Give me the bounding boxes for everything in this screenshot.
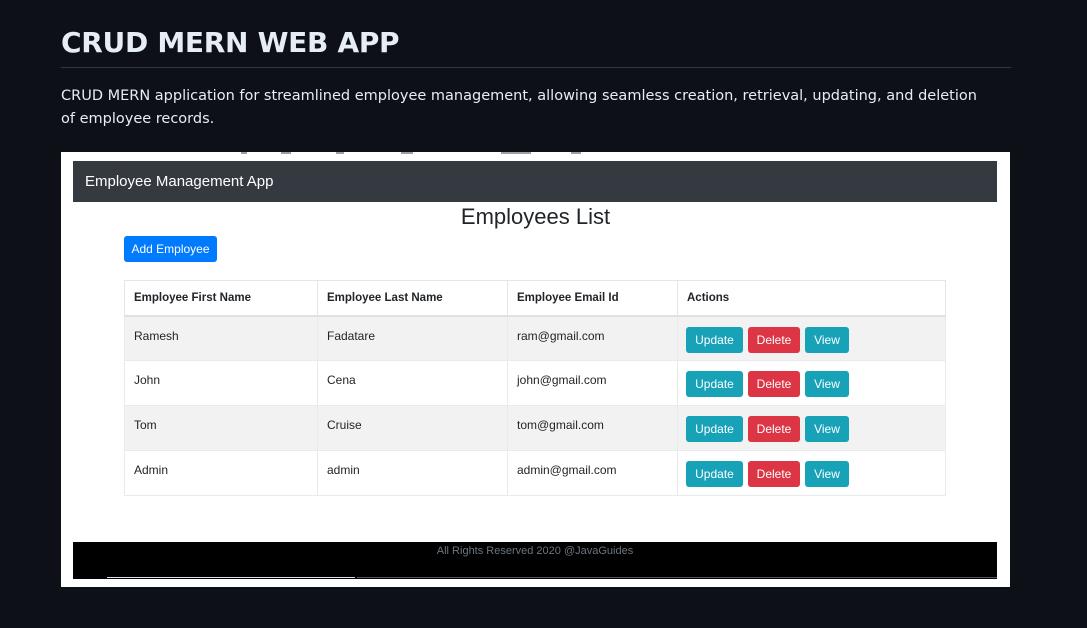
table-row: John Cena john@gmail.com Update Delete Vie… [124, 360, 946, 406]
footer: All Rights Reserved 2020 @JavaGuides [73, 542, 997, 579]
readme: CRUD MERN WEB APP CRUD MERN application … [61, 0, 1011, 131]
cell-actions: Update Delete View [677, 360, 946, 406]
app-screenshot: Employee Management App Employees List A… [61, 152, 1010, 587]
footer-divider [357, 577, 997, 578]
cell-actions: Update Delete View [677, 405, 946, 451]
update-button[interactable]: Update [686, 416, 743, 442]
cell-first-name: John [124, 360, 318, 406]
navbar-brand[interactable]: Employee Management App [85, 173, 273, 190]
delete-button[interactable]: Delete [748, 461, 800, 487]
column-header-email: Employee Email Id [507, 280, 678, 317]
cell-email: john@gmail.com [507, 360, 678, 406]
view-button[interactable]: View [805, 461, 849, 487]
cell-last-name: Cena [317, 360, 508, 406]
cell-last-name: admin [317, 450, 508, 496]
cell-first-name: Tom [124, 405, 318, 451]
cell-email: tom@gmail.com [507, 405, 678, 451]
cell-first-name: Admin [124, 450, 318, 496]
delete-button[interactable]: Delete [748, 371, 800, 397]
column-header-last-name: Employee Last Name [317, 280, 508, 317]
employees-table: Employee First Name Employee Last Name E… [124, 280, 946, 496]
column-header-actions: Actions [677, 280, 946, 317]
column-header-first-name: Employee First Name [124, 280, 318, 317]
cell-last-name: Fadatare [317, 315, 508, 361]
cell-actions: Update Delete View [677, 315, 946, 361]
employees-list-title: Employees List [460, 204, 611, 229]
footer-divider [107, 577, 355, 578]
view-button[interactable]: View [805, 371, 849, 397]
table-header-row: Employee First Name Employee Last Name E… [124, 280, 946, 317]
view-button[interactable]: View [805, 326, 849, 353]
cell-email: ram@gmail.com [507, 315, 678, 361]
add-employee-button[interactable]: Add Employee [124, 236, 217, 262]
readme-title: CRUD MERN WEB APP [61, 0, 1011, 68]
cell-actions: Update Delete View [677, 450, 946, 496]
table-row: Tom Cruise tom@gmail.com Update Delete Vie… [124, 405, 946, 451]
table-row: Ramesh Fadatare ram@gmail.com Update Dele… [124, 315, 946, 361]
update-button[interactable]: Update [686, 461, 743, 487]
cell-first-name: Ramesh [124, 315, 318, 361]
cropped-toolbar-strip [101, 152, 661, 156]
footer-text: All Rights Reserved 2020 @JavaGuides [436, 545, 634, 557]
cell-email: admin@gmail.com [507, 450, 678, 496]
navbar: Employee Management App [73, 161, 997, 202]
readme-description: CRUD MERN application for streamlined em… [61, 88, 977, 127]
update-button[interactable]: Update [686, 371, 743, 397]
cell-last-name: Cruise [317, 405, 508, 451]
view-button[interactable]: View [805, 416, 849, 442]
update-button[interactable]: Update [686, 326, 743, 353]
delete-button[interactable]: Delete [748, 416, 800, 442]
delete-button[interactable]: Delete [748, 326, 800, 353]
table-row: Admin admin admin@gmail.com Update Delete… [124, 450, 946, 496]
